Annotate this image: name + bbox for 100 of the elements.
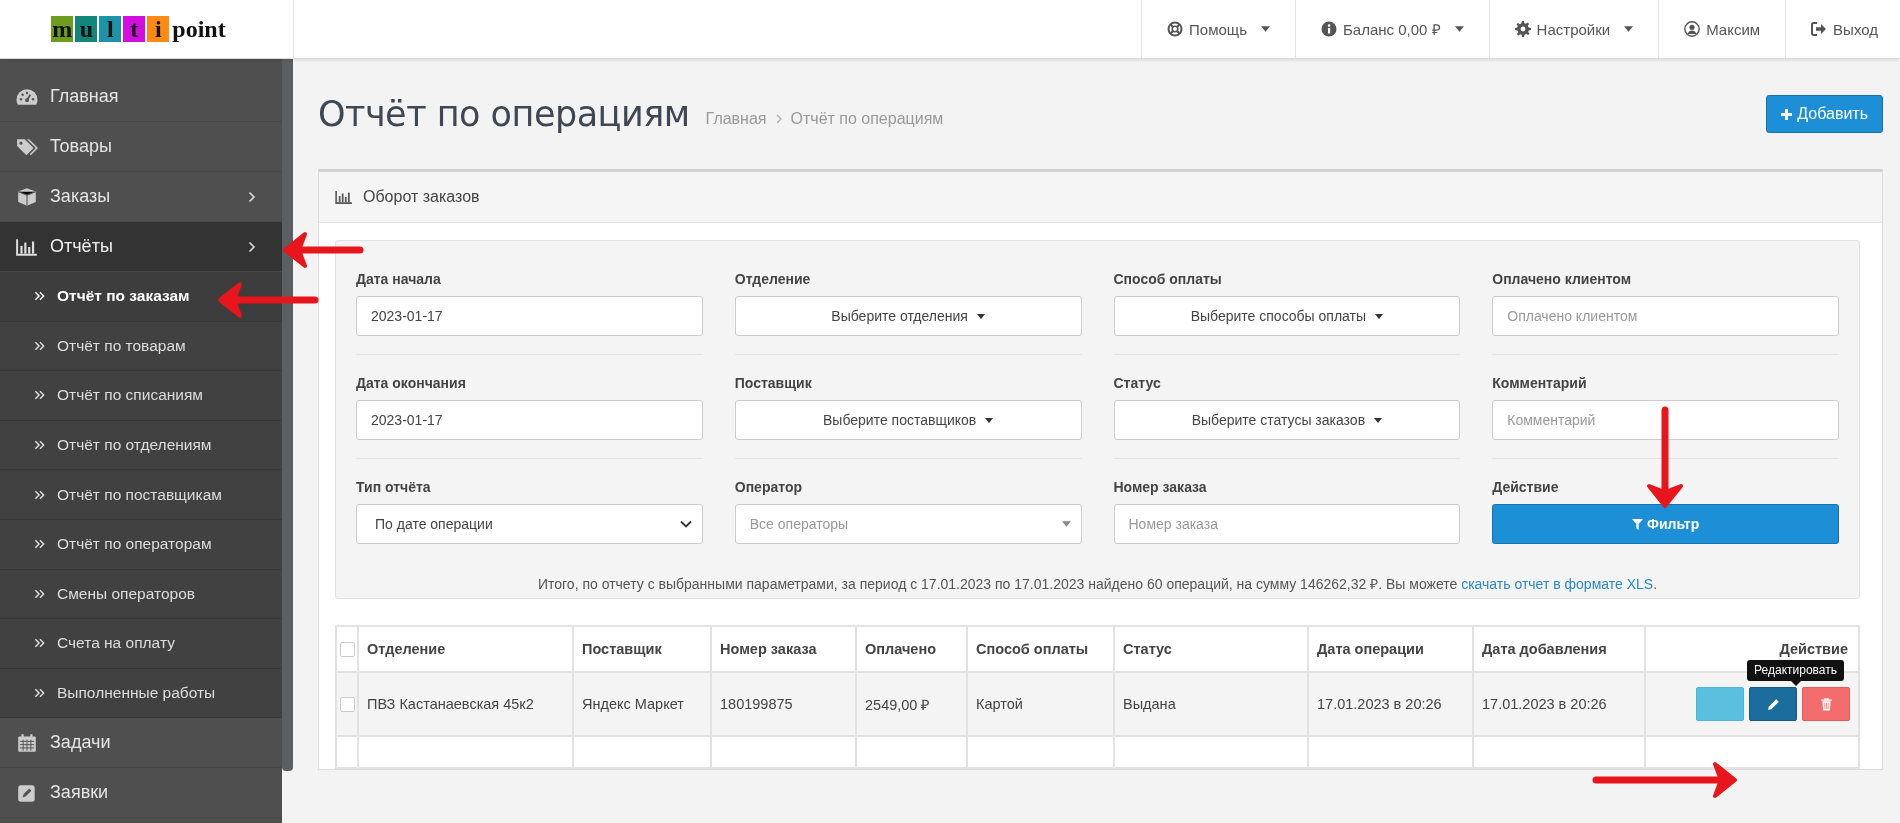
- field-label: Тип отчёта: [356, 479, 432, 495]
- bar-chart-icon: [16, 237, 38, 256]
- submenu-label: Отчёт по поставщикам: [57, 485, 222, 504]
- box-icon: [16, 187, 38, 206]
- double-chevron-icon: [34, 440, 45, 451]
- nav-label: Настройки: [1536, 20, 1611, 38]
- dropdown-button[interactable]: Выберите поставщиков: [734, 400, 1082, 440]
- nav-label: Помощь: [1189, 20, 1247, 38]
- input-field[interactable]: 2023-01-17: [356, 400, 703, 440]
- sidebar-label: Заказы: [50, 186, 112, 207]
- nav-link[interactable]: Помощь: [1141, 0, 1295, 58]
- nav-link[interactable]: Максим: [1658, 0, 1786, 58]
- column-header: Дата операции: [1317, 641, 1424, 657]
- table-cell: 180199875: [720, 696, 793, 712]
- dropdown-button[interactable]: Выберите способы оплаты: [1113, 296, 1461, 336]
- checkbox[interactable]: [339, 697, 355, 713]
- submenu-item[interactable]: Отчёт по заказам: [0, 272, 282, 322]
- input-field[interactable]: Оплачено клиентом: [1492, 296, 1839, 336]
- double-chevron-icon: [34, 688, 45, 699]
- breadcrumb-current: Отчёт по операциям: [790, 110, 944, 128]
- nav-link[interactable]: Выход: [1785, 0, 1900, 58]
- submenu-item[interactable]: Отчёт по отделениям: [0, 420, 282, 471]
- caret-icon: [1261, 26, 1270, 32]
- sidebar-item[interactable]: Отчёты: [0, 222, 282, 272]
- user-icon: [1684, 21, 1701, 37]
- field-label: Комментарий: [1492, 375, 1588, 391]
- logo: m u l t i point: [51, 15, 226, 43]
- select-field[interactable]: По дате операции: [356, 504, 703, 544]
- caret-icon: [1374, 417, 1383, 423]
- bar-chart-icon: [335, 190, 353, 204]
- sidebar-label: Заявки: [50, 782, 110, 804]
- chevron-down-icon: [679, 520, 692, 528]
- checkbox[interactable]: [339, 642, 355, 658]
- submenu-item[interactable]: Отчёт по товарам: [0, 321, 282, 372]
- settings-icon: [1514, 21, 1531, 37]
- sidebar-item[interactable]: Заявки: [0, 768, 282, 819]
- delete-button[interactable]: [1802, 687, 1850, 721]
- submenu-item[interactable]: Отчёт по списаниям: [0, 371, 282, 421]
- chevron-right-icon: [248, 190, 256, 203]
- nav-label: Выход: [1833, 20, 1878, 38]
- panel-title: Оборот заказов: [363, 188, 480, 206]
- double-chevron-icon: [34, 489, 45, 500]
- input-field[interactable]: Номер заказа: [1113, 504, 1461, 544]
- submenu-label: Отчёт по отделениям: [57, 436, 212, 455]
- sidebar-item[interactable]: Товары: [0, 122, 282, 172]
- filter-icon: [1632, 518, 1643, 530]
- submenu-item[interactable]: Отчёт по операторам: [0, 519, 282, 570]
- sidebar-label: Задачи: [50, 732, 112, 754]
- submenu-item[interactable]: Смены операторов: [0, 569, 282, 620]
- double-chevron-icon: [34, 291, 45, 302]
- summary-text: Итого, по отчету с выбранными параметрами, за период с 17.01.2023 по 17.01.2023 найдено 60 операций, на сумму 146262,32 ₽. Вы можете скачать отчет в формате XLS.: [536, 575, 1659, 593]
- dropdown-button[interactable]: Выберите статусы заказов: [1113, 400, 1461, 440]
- view-button[interactable]: [1696, 687, 1744, 721]
- field-label: Оплачено клиентом: [1492, 271, 1633, 287]
- scrollbar[interactable]: [282, 59, 293, 771]
- column-header: Способ оплаты: [976, 641, 1089, 657]
- input-field[interactable]: 2023-01-17: [356, 296, 703, 336]
- submenu-label: Смены операторов: [57, 584, 196, 603]
- field-label: Оператор: [734, 479, 803, 495]
- field-label: Способ оплаты: [1113, 271, 1223, 287]
- double-chevron-icon: [34, 340, 45, 351]
- dashboard-icon: [16, 87, 38, 106]
- submenu-label: Выполненные работы: [57, 684, 216, 703]
- submenu-item[interactable]: Выполненные работы: [0, 668, 282, 719]
- pencil-icon: [1766, 697, 1780, 711]
- lifebuoy-icon: [1167, 21, 1184, 37]
- sidebar-label: Главная: [50, 86, 120, 107]
- submenu-label: Счета на оплату: [57, 634, 175, 653]
- column-header: Номер заказа: [720, 641, 817, 657]
- double-chevron-icon: [34, 638, 45, 649]
- tags-icon: [16, 137, 38, 156]
- sidebar-label: Отчёты: [50, 236, 114, 257]
- dropdown-button[interactable]: Выберите отделения: [734, 296, 1082, 336]
- table-cell: ПВЗ Кастанаевская 45к2: [367, 696, 534, 712]
- submenu-item[interactable]: Отчёт по поставщикам: [0, 470, 282, 520]
- column-header: Действие: [1779, 641, 1848, 657]
- page-title: Отчёт по операциям: [318, 94, 690, 134]
- input-field[interactable]: Комментарий: [1492, 400, 1839, 440]
- nav-link[interactable]: Настройки: [1488, 0, 1659, 58]
- submenu-label: Отчёт по списаниям: [57, 386, 204, 405]
- table-cell: Выдана: [1123, 696, 1176, 712]
- calendar-icon: [16, 733, 38, 752]
- caret-icon: [1061, 521, 1071, 527]
- sidebar-label: Товары: [50, 136, 113, 157]
- field-label: Статус: [1113, 375, 1162, 391]
- sidebar-item[interactable]: Задачи: [0, 718, 282, 769]
- sidebar-item[interactable]: Главная: [0, 72, 282, 122]
- submenu-label: Отчёт по операторам: [57, 535, 212, 554]
- filter-button[interactable]: Фильтр: [1492, 504, 1839, 544]
- column-header: Дата добавления: [1482, 641, 1607, 657]
- submenu-item[interactable]: Счета на оплату: [0, 619, 282, 669]
- column-header: Оплачено: [865, 641, 937, 657]
- table-cell: Яндекс Маркет: [582, 696, 684, 712]
- nav-link[interactable]: Баланс 0,00 ₽: [1295, 0, 1489, 58]
- trash-icon: [1819, 697, 1833, 711]
- column-header: Отделение: [367, 641, 446, 657]
- add-button[interactable]: Добавить: [1766, 95, 1883, 133]
- nav-label: Максим: [1706, 20, 1761, 38]
- edit-button[interactable]: [1749, 687, 1797, 721]
- table-cell: Картой: [976, 696, 1023, 712]
